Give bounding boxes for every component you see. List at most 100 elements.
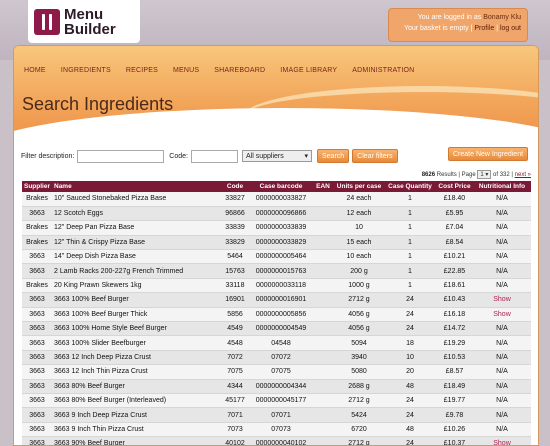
table-row[interactable]: Brakes 20 King Prawn Skewers 1kg 33118 0000… bbox=[22, 278, 531, 294]
cell-name: 12" Deep Pan Pizza Base bbox=[52, 220, 220, 236]
table-header-row: Supplier Name Code Case barcode EAN Unit… bbox=[22, 181, 531, 192]
nav-menus[interactable]: MENUS bbox=[173, 67, 199, 74]
cell-units-per-case: 6720 bbox=[334, 422, 384, 438]
cell-code: 4344 bbox=[220, 379, 250, 394]
supplier-select-value: All suppliers bbox=[245, 152, 284, 160]
cell-ean bbox=[312, 278, 334, 294]
cell-ean bbox=[312, 249, 334, 265]
cell-units-per-case: 2712 g bbox=[334, 292, 384, 308]
search-button[interactable]: Search bbox=[316, 149, 350, 163]
table-row[interactable]: 3663 3663 12 Inch Thin Pizza Crust 7075 070… bbox=[22, 364, 531, 380]
table-row[interactable]: 3663 2 Lamb Racks 200-227g French Trimmed… bbox=[22, 263, 531, 279]
col-nutritional-info[interactable]: Nutritional Info bbox=[473, 181, 531, 192]
cell-name: 12" Thin & Crispy Pizza Base bbox=[52, 235, 220, 251]
cell-units-per-case: 3940 bbox=[334, 350, 384, 366]
cell-code: 40102 bbox=[220, 436, 250, 445]
col-name[interactable]: Name bbox=[52, 181, 220, 192]
nav-home[interactable]: HOME bbox=[24, 67, 46, 74]
cell-ean bbox=[312, 379, 334, 394]
table-row[interactable]: 3663 3663 9 Inch Thin Pizza Crust 7073 0707… bbox=[22, 422, 531, 438]
table-row[interactable]: Brakes 12" Deep Pan Pizza Base 33839 000000… bbox=[22, 220, 531, 236]
description-label: Filter description: bbox=[21, 152, 75, 160]
cell-case-barcode: 0000000045177 bbox=[250, 393, 312, 409]
table-row[interactable]: 3663 3663 80% Beef Burger (Interleaved) 45… bbox=[22, 393, 531, 409]
cell-units-per-case: 5094 bbox=[334, 335, 384, 351]
cell-case-quantity: 1 bbox=[384, 249, 436, 265]
nav-image-library[interactable]: IMAGE LIBRARY bbox=[280, 67, 337, 74]
results-count: 8626 bbox=[421, 172, 436, 178]
cell-code: 16901 bbox=[220, 292, 250, 308]
app-logo[interactable]: Menu Builder bbox=[28, 0, 140, 43]
table-row[interactable]: 3663 12 Scotch Eggs 96866 0000000096866 12 e… bbox=[22, 206, 531, 222]
results-label: Results bbox=[436, 172, 457, 178]
cell-case-quantity: 24 bbox=[384, 393, 436, 409]
logout-link[interactable]: log out bbox=[500, 25, 521, 32]
logo-line2: Builder bbox=[64, 20, 116, 38]
cell-code: 33827 bbox=[220, 192, 250, 207]
table-row[interactable]: 3663 3663 9 Inch Deep Pizza Crust 7071 0707… bbox=[22, 407, 531, 423]
cell-ean bbox=[312, 235, 334, 251]
next-page-link[interactable]: next » bbox=[515, 172, 531, 178]
table-row[interactable]: 3663 3663 80% Beef Burger 4344 000000000434… bbox=[22, 379, 531, 394]
col-case-barcode[interactable]: Case barcode bbox=[250, 181, 312, 192]
col-code[interactable]: Code bbox=[220, 181, 250, 192]
cell-code: 5856 bbox=[220, 307, 250, 323]
cell-supplier: 3663 bbox=[22, 307, 52, 323]
table-row[interactable]: 3663 14" Deep Dish Pizza Base 5464 00000000… bbox=[22, 249, 531, 265]
cell-nutritional-info: N/A bbox=[473, 278, 531, 294]
cell-nutritional-info[interactable]: Show bbox=[473, 436, 531, 445]
cell-case-barcode: 0000000016901 bbox=[250, 292, 312, 308]
page-select[interactable]: 1 ▾ bbox=[477, 170, 492, 179]
cell-nutritional-info[interactable]: Show bbox=[473, 292, 531, 308]
cell-cost-price: £19.77 bbox=[436, 393, 473, 409]
code-input[interactable] bbox=[190, 149, 238, 163]
nav-ingredients[interactable]: INGREDIENTS bbox=[61, 67, 111, 74]
cell-ean bbox=[312, 192, 334, 207]
supplier-select[interactable]: All suppliers ▾ bbox=[241, 150, 312, 162]
table-row[interactable]: 3663 3663 100% Home Style Beef Burger 4549… bbox=[22, 321, 531, 337]
cell-ean bbox=[312, 436, 334, 445]
cell-nutritional-info: N/A bbox=[473, 422, 531, 438]
nav-administration[interactable]: ADMINISTRATION bbox=[352, 67, 414, 74]
table-row[interactable]: Brakes 10" Sauced Stonebaked Pizza Base 33… bbox=[22, 192, 531, 207]
cell-code: 33829 bbox=[220, 235, 250, 251]
nav-recipes[interactable]: RECIPES bbox=[126, 67, 158, 74]
cell-ean bbox=[312, 220, 334, 236]
table-row[interactable]: Brakes 12" Thin & Crispy Pizza Base 33829 0… bbox=[22, 235, 531, 251]
description-input[interactable] bbox=[77, 149, 165, 163]
cell-supplier: 3663 bbox=[22, 206, 52, 222]
cell-name: 3663 100% Beef Burger Thick bbox=[52, 307, 220, 323]
col-case-quantity[interactable]: Case Quantity bbox=[384, 181, 436, 192]
table-row[interactable]: 3663 3663 100% Beef Burger 16901 0000000016… bbox=[22, 292, 531, 308]
cell-name: 3663 80% Beef Burger bbox=[52, 379, 220, 394]
cell-nutritional-info[interactable]: Show bbox=[473, 307, 531, 323]
col-units-per-case[interactable]: Units per case bbox=[334, 181, 384, 192]
clear-filters-button[interactable]: Clear filters bbox=[352, 149, 398, 163]
cell-case-quantity: 24 bbox=[384, 321, 436, 337]
cell-units-per-case: 10 bbox=[334, 220, 384, 236]
cell-case-barcode: 0000000004549 bbox=[250, 321, 312, 337]
profile-link[interactable]: Profile bbox=[474, 25, 494, 32]
table-row[interactable]: 3663 3663 100% Beef Burger Thick 5856 00000… bbox=[22, 307, 531, 323]
cell-nutritional-info: N/A bbox=[473, 379, 531, 394]
cell-name: 3663 9 Inch Thin Pizza Crust bbox=[52, 422, 220, 438]
cell-code: 7075 bbox=[220, 364, 250, 380]
cell-units-per-case: 12 each bbox=[334, 206, 384, 222]
cell-nutritional-info: N/A bbox=[473, 364, 531, 380]
cell-units-per-case: 15 each bbox=[334, 235, 384, 251]
cell-code: 45177 bbox=[220, 393, 250, 409]
create-ingredient-button[interactable]: Create New Ingredient bbox=[448, 147, 529, 161]
cell-ean bbox=[312, 407, 334, 423]
table-row[interactable]: 3663 3663 12 Inch Deep Pizza Crust 7072 070… bbox=[22, 350, 531, 366]
cell-ean bbox=[312, 393, 334, 409]
col-cost-price[interactable]: Cost Price bbox=[436, 181, 473, 192]
table-row[interactable]: 3663 3663 90% Beef Burger 40102 00000000401… bbox=[22, 436, 531, 445]
col-supplier[interactable]: Supplier bbox=[22, 181, 52, 192]
table-row[interactable]: 3663 3663 100% Slider Beefburger 4548 04548… bbox=[22, 335, 531, 351]
cell-units-per-case: 5424 bbox=[334, 407, 384, 423]
cell-case-quantity: 48 bbox=[384, 422, 436, 438]
nav-shareboard[interactable]: SHAREBOARD bbox=[214, 67, 265, 74]
cell-nutritional-info: N/A bbox=[473, 263, 531, 279]
cell-code: 15763 bbox=[220, 263, 250, 279]
col-ean[interactable]: EAN bbox=[312, 181, 334, 192]
